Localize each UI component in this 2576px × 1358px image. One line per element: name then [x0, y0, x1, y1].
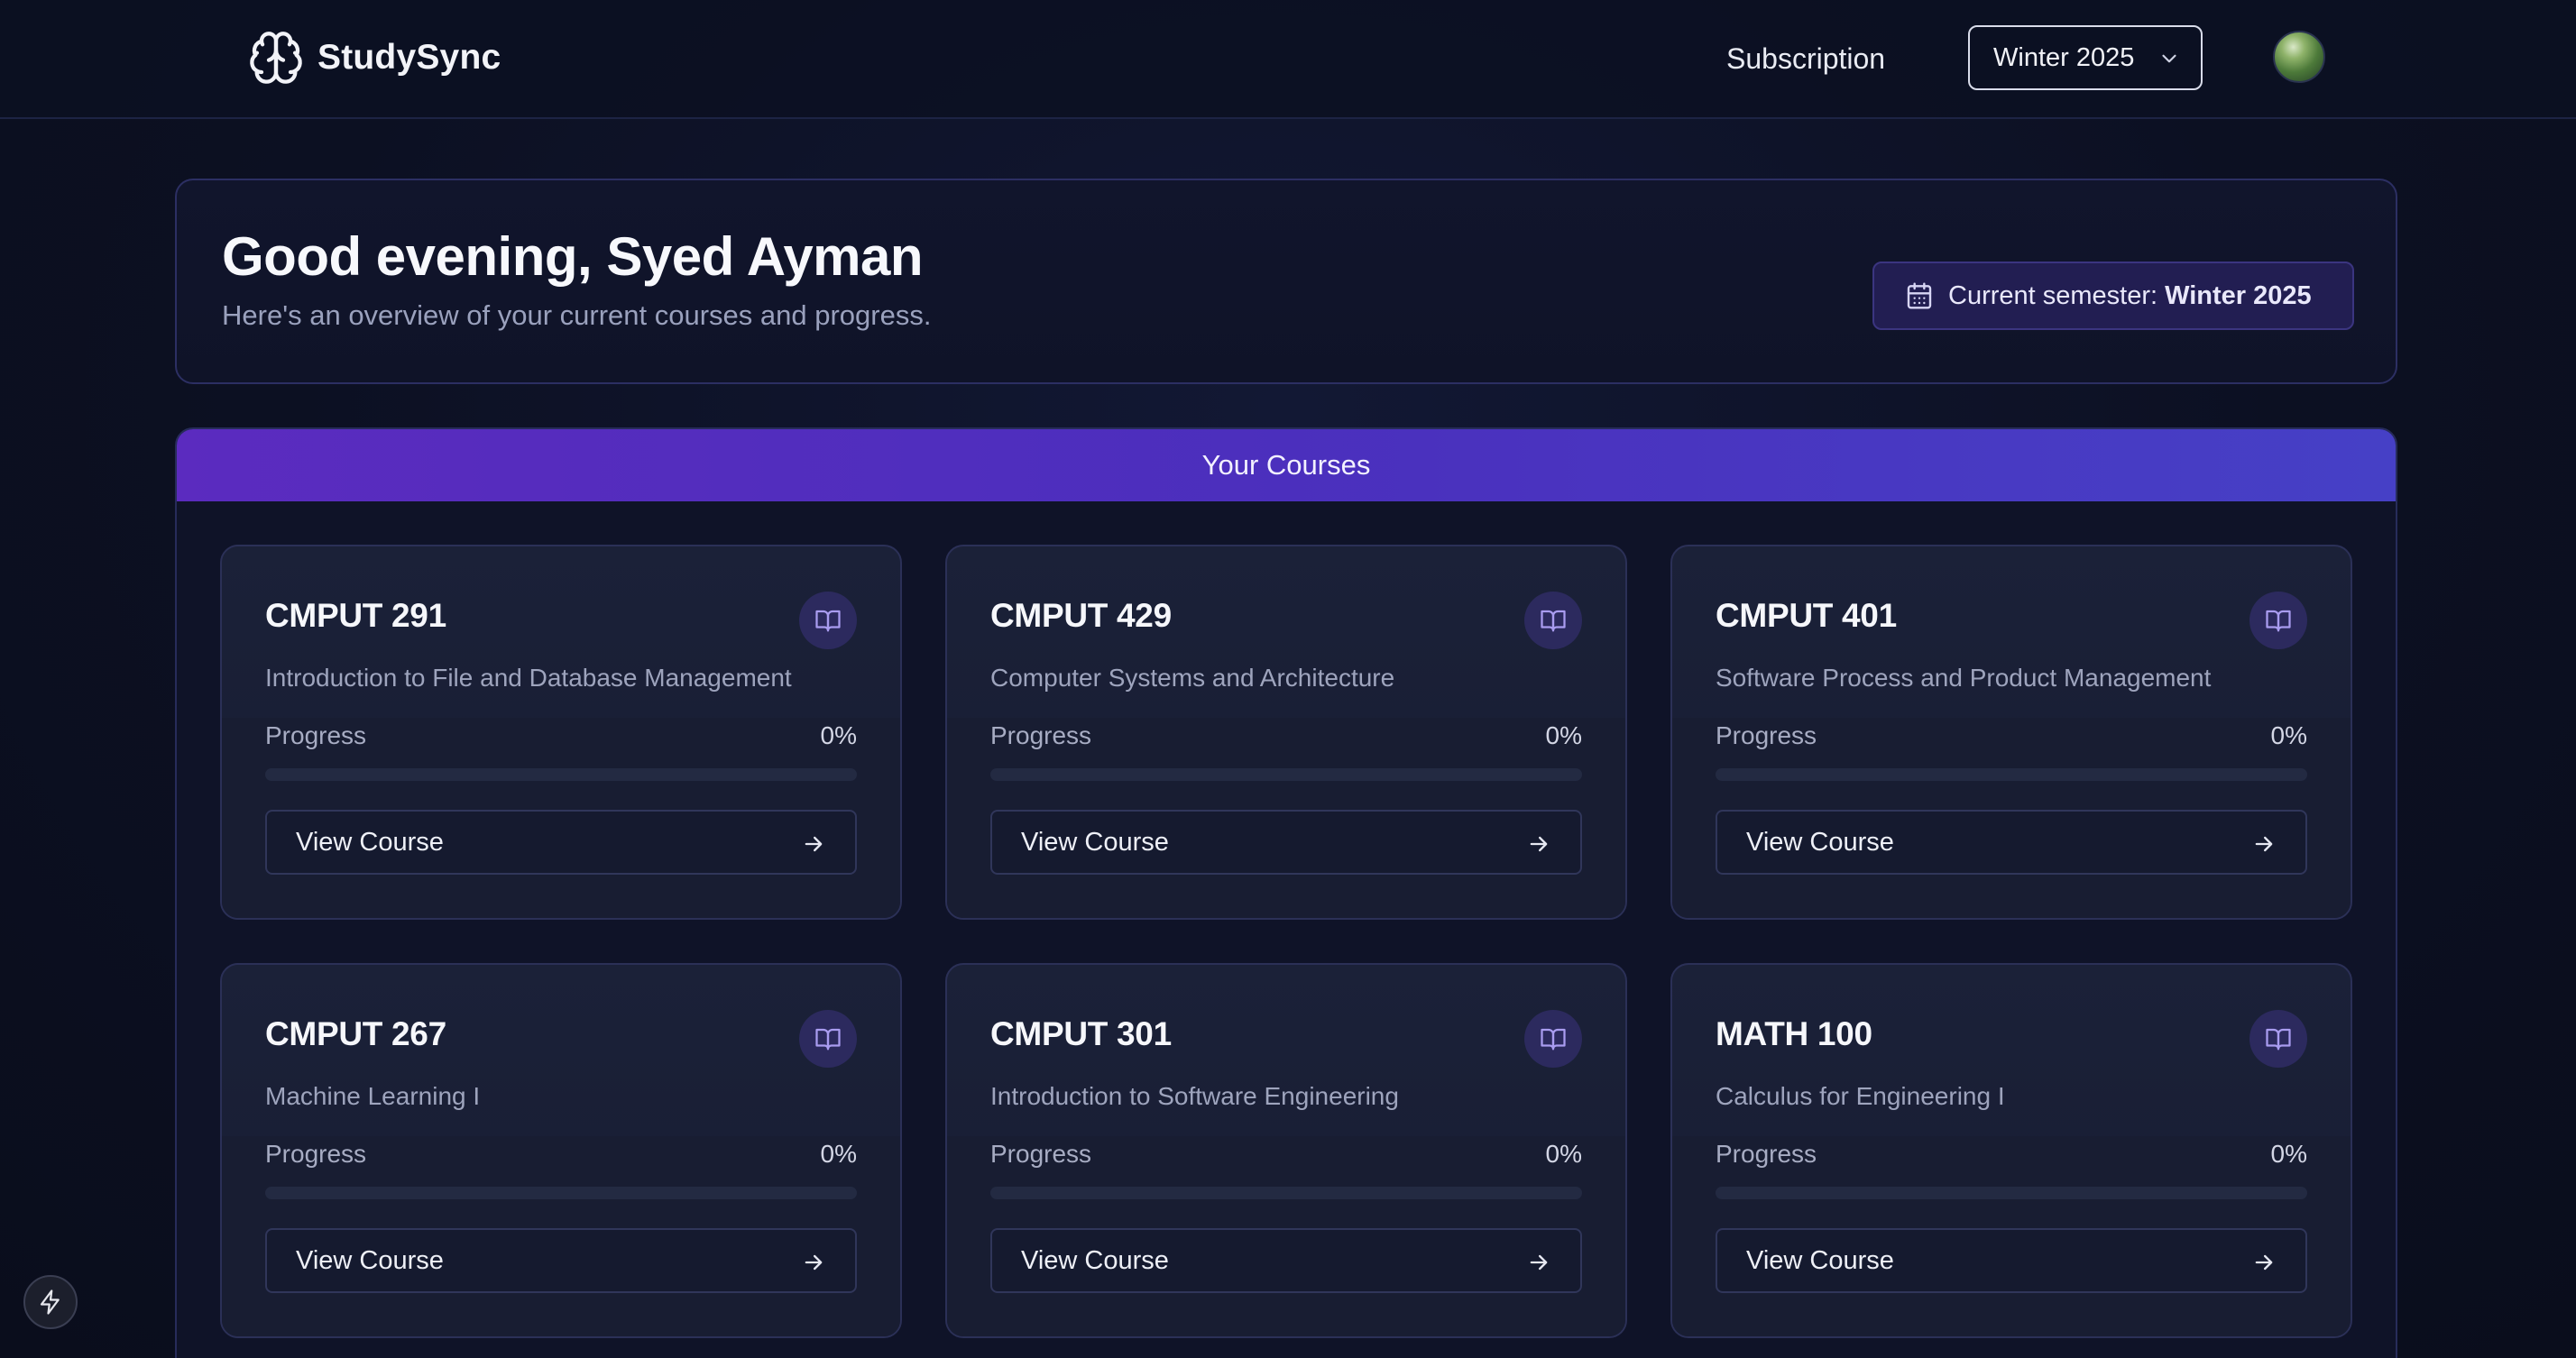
progress-bar: [265, 1187, 857, 1199]
view-course-button[interactable]: View Course: [990, 810, 1582, 875]
user-avatar[interactable]: [2273, 31, 2325, 83]
semester-badge-label: Current semester:: [1948, 280, 2158, 310]
courses-heading: Your Courses: [177, 429, 2396, 501]
nav-subscription-link[interactable]: Subscription: [1726, 36, 1885, 81]
progress-label: Progress: [990, 721, 1092, 749]
book-open-icon[interactable]: [2249, 1010, 2307, 1068]
course-name: Machine Learning I: [265, 1082, 481, 1110]
progress-bar: [990, 1187, 1582, 1199]
greeting-title: Good evening, Syed Ayman: [222, 226, 924, 287]
course-card[interactable]: CMPUT 301 Introduction to Software Engin…: [945, 963, 1627, 1338]
chevron-down-icon: [2162, 54, 2176, 63]
course-code: CMPUT 429: [990, 597, 1172, 634]
view-course-button[interactable]: View Course: [990, 1228, 1582, 1293]
progress-label: Progress: [265, 721, 367, 749]
progress-bar: [265, 768, 857, 781]
progress-label: Progress: [1716, 721, 1817, 749]
arrow-right-icon: [805, 836, 823, 852]
arrow-right-icon: [2255, 836, 2273, 852]
course-card[interactable]: MATH 100 Calculus for Engineering I Prog…: [1670, 963, 2352, 1338]
courses-panel: Your Courses CMPUT 291 Introduction to F…: [175, 427, 2397, 1358]
course-card[interactable]: CMPUT 267 Machine Learning I Progress 0%…: [220, 963, 902, 1338]
greeting-card: Good evening, Syed Ayman Here's an overv…: [175, 179, 2397, 384]
view-course-label: View Course: [1021, 827, 1169, 857]
course-code: CMPUT 401: [1716, 597, 1897, 634]
view-course-label: View Course: [1021, 1245, 1169, 1275]
view-course-label: View Course: [1746, 827, 1894, 857]
arrow-right-icon: [1530, 836, 1548, 852]
arrow-right-icon: [1530, 1254, 1548, 1271]
view-course-button[interactable]: View Course: [1716, 810, 2307, 875]
progress-value: 0%: [2270, 1140, 2307, 1168]
view-course-button[interactable]: View Course: [265, 1228, 857, 1293]
bolt-icon[interactable]: [23, 1275, 78, 1329]
course-name: Introduction to Software Engineering: [990, 1082, 1399, 1110]
brand-name: StudySync: [317, 38, 501, 77]
course-name: Software Process and Product Management: [1716, 664, 2212, 692]
course-name: Computer Systems and Architecture: [990, 664, 1395, 692]
semester-select[interactable]: Winter 2025: [1968, 25, 2203, 90]
semester-badge-value: Winter 2025: [2165, 280, 2312, 310]
view-course-button[interactable]: View Course: [1716, 1228, 2307, 1293]
view-course-button[interactable]: View Course: [265, 810, 857, 875]
arrow-right-icon: [2255, 1254, 2273, 1271]
view-course-label: View Course: [1746, 1245, 1894, 1275]
book-open-icon[interactable]: [1524, 592, 1582, 649]
top-navbar: StudySync Subscription Winter 2025: [0, 0, 2576, 119]
greeting-subtitle: Here's an overview of your current cours…: [222, 299, 932, 331]
book-open-icon[interactable]: [2249, 592, 2307, 649]
view-course-label: View Course: [296, 827, 444, 857]
book-open-icon[interactable]: [1524, 1010, 1582, 1068]
book-open-icon[interactable]: [799, 592, 857, 649]
course-code: CMPUT 291: [265, 597, 446, 634]
progress-label: Progress: [990, 1140, 1092, 1168]
course-name: Calculus for Engineering I: [1716, 1082, 2005, 1110]
course-code: MATH 100: [1716, 1015, 1872, 1052]
course-card[interactable]: CMPUT 401 Software Process and Product M…: [1670, 545, 2352, 920]
progress-value: 0%: [820, 1140, 857, 1168]
progress-bar: [1716, 768, 2307, 781]
progress-value: 0%: [1545, 721, 1582, 749]
course-name: Introduction to File and Database Manage…: [265, 664, 792, 692]
arrow-right-icon: [805, 1254, 823, 1271]
course-code: CMPUT 267: [265, 1015, 446, 1052]
course-card[interactable]: CMPUT 291 Introduction to File and Datab…: [220, 545, 902, 920]
course-code: CMPUT 301: [990, 1015, 1172, 1052]
calendar-icon: [1907, 282, 1932, 309]
view-course-label: View Course: [296, 1245, 444, 1275]
progress-value: 0%: [1545, 1140, 1582, 1168]
semester-select-value: Winter 2025: [1993, 42, 2135, 72]
progress-bar: [1716, 1187, 2307, 1199]
brain-icon: [250, 32, 302, 84]
progress-value: 0%: [820, 721, 857, 749]
progress-value: 0%: [2270, 721, 2307, 749]
progress-label: Progress: [1716, 1140, 1817, 1168]
progress-bar: [990, 768, 1582, 781]
brand-logo[interactable]: StudySync: [247, 27, 501, 88]
book-open-icon[interactable]: [799, 1010, 857, 1068]
current-semester-badge: Current semester: Winter 2025: [1872, 262, 2354, 330]
progress-label: Progress: [265, 1140, 367, 1168]
course-card[interactable]: CMPUT 429 Computer Systems and Architect…: [945, 545, 1627, 920]
